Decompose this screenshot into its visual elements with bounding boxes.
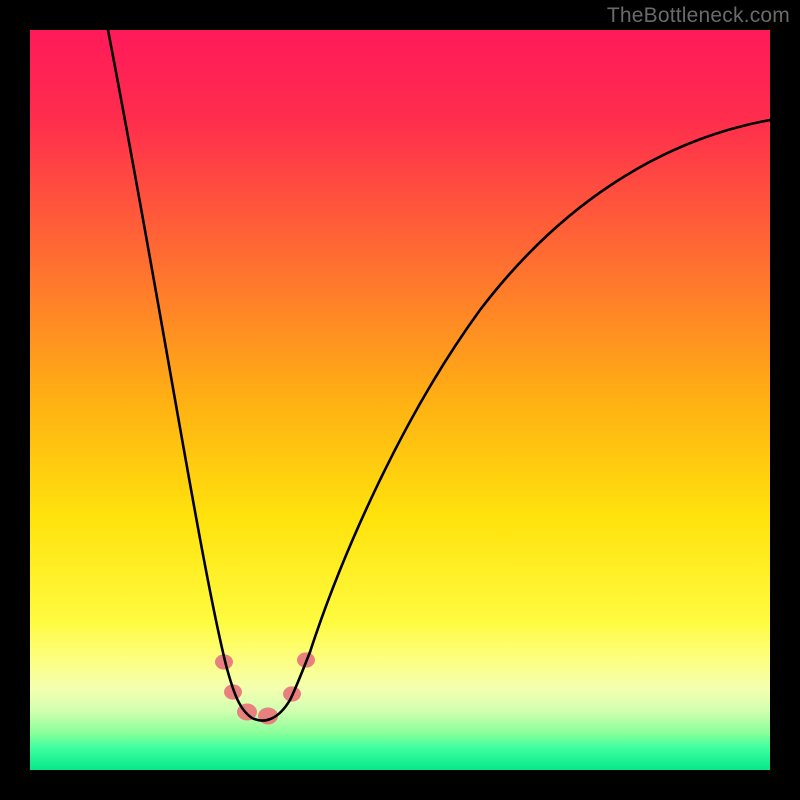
plot-area bbox=[30, 30, 770, 770]
watermark-text: TheBottleneck.com bbox=[607, 4, 790, 28]
bottleneck-curve bbox=[108, 30, 310, 721]
chart-frame: TheBottleneck.com bbox=[0, 0, 800, 800]
chart-svg bbox=[30, 30, 770, 770]
bottleneck-curve bbox=[310, 120, 770, 652]
